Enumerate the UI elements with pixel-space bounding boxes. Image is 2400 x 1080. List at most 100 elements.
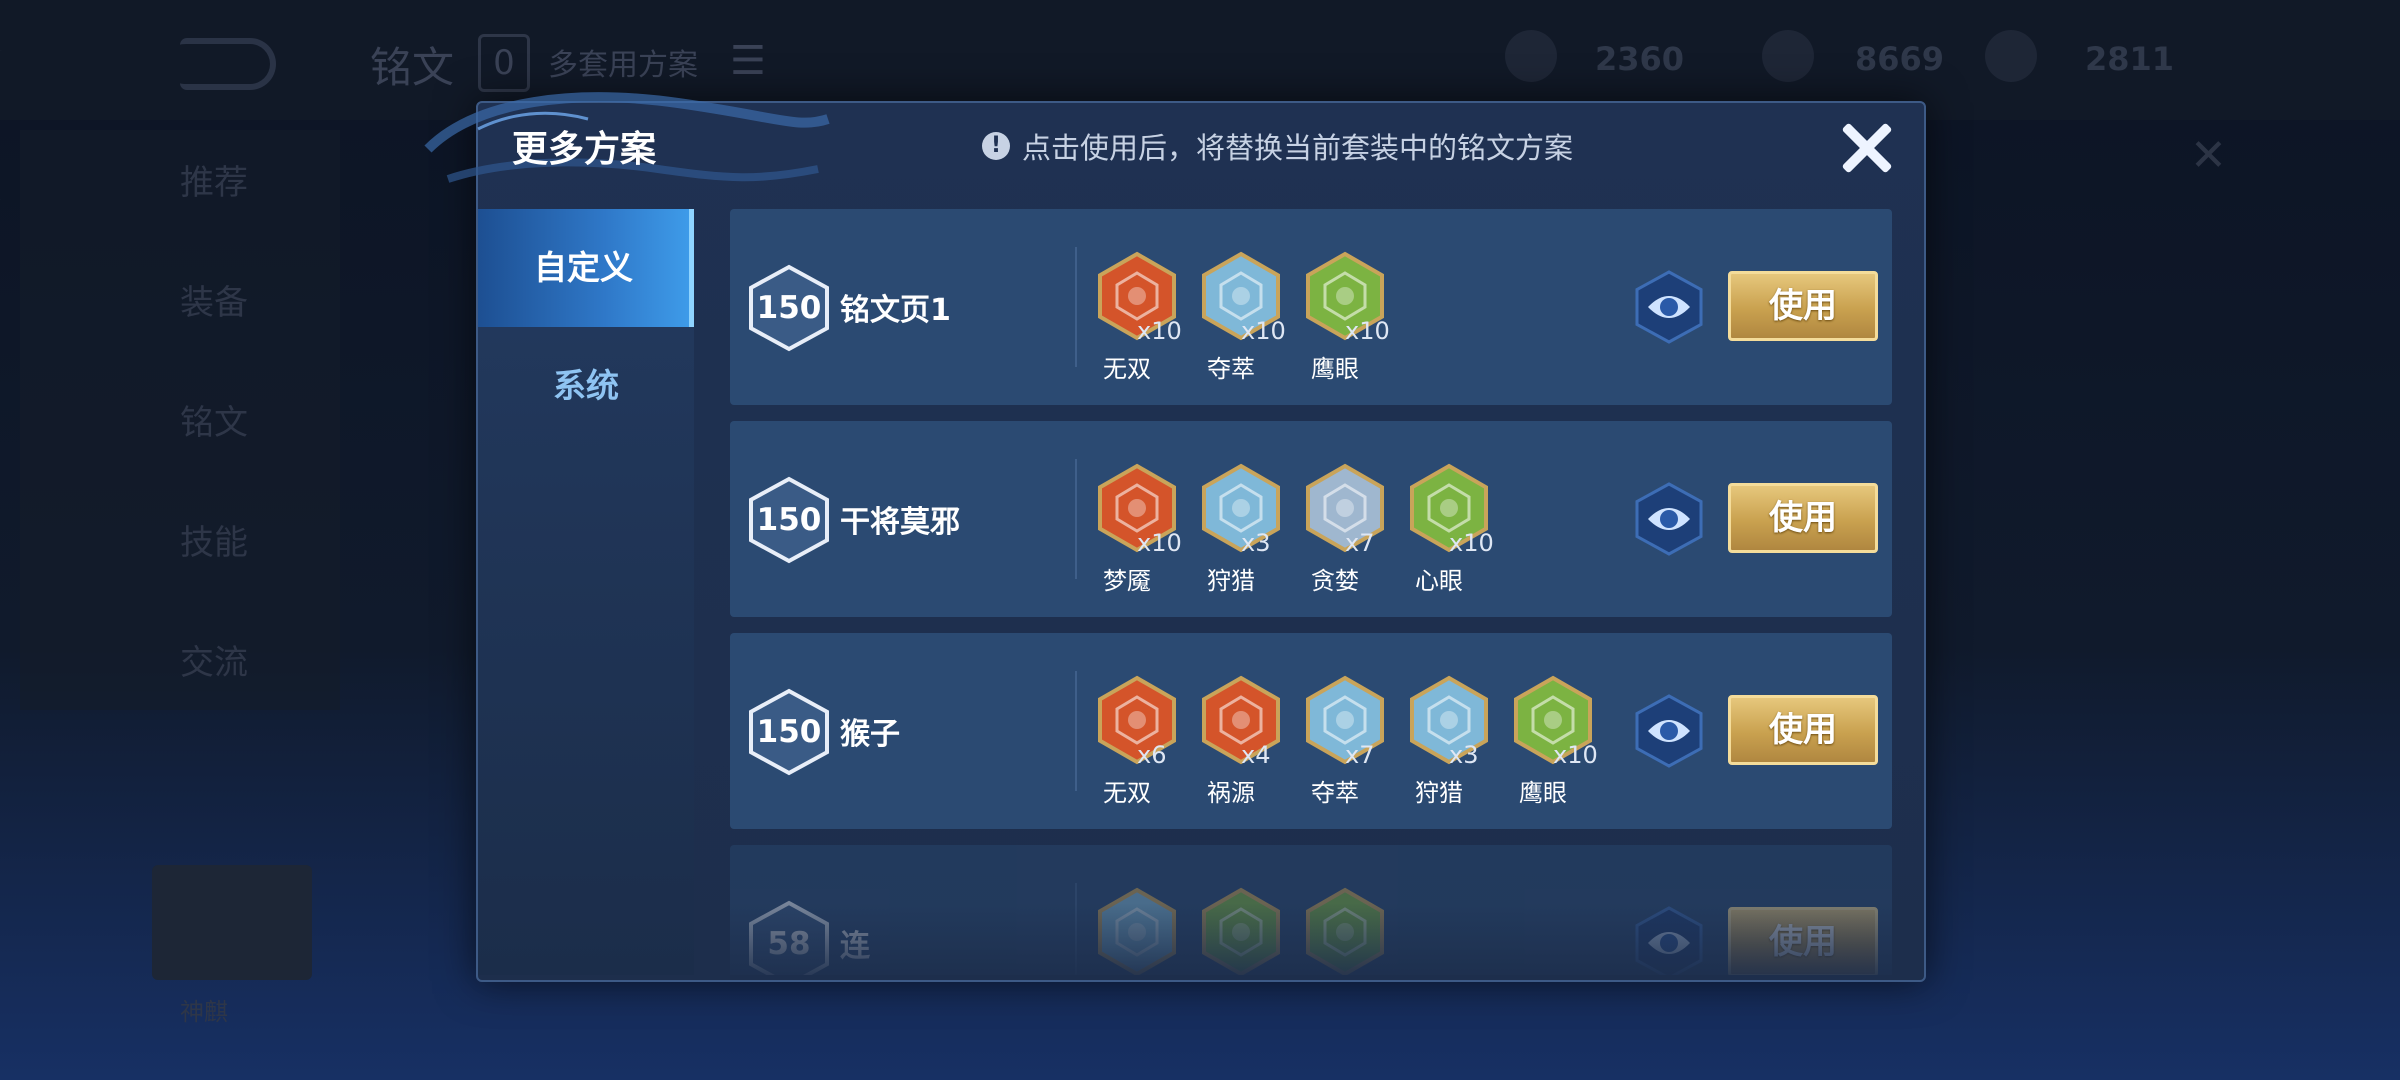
divider [1075, 459, 1077, 579]
menu-icon: ☰ [730, 38, 766, 84]
background-nav-item: 铭文 [180, 403, 248, 443]
rune-count: x6 [1137, 741, 1167, 769]
rune-count: x3 [1241, 529, 1271, 557]
preview-eye-icon[interactable] [1634, 905, 1704, 975]
level-value: 150 [756, 502, 822, 538]
rune-item: x10 夺萃 [1191, 251, 1291, 383]
background-title: 铭文 [370, 43, 455, 92]
divider [1075, 247, 1077, 367]
rune-icon [1306, 887, 1384, 975]
coin-icon [1762, 30, 1814, 82]
close-icon[interactable] [1834, 115, 1898, 179]
rune-item: x3 狩猎 [1191, 463, 1291, 595]
rune-icon [1202, 887, 1280, 975]
background-close-icon: ✕ [2190, 130, 2227, 181]
level-value: 150 [756, 714, 822, 750]
tab-custom[interactable]: 自定义 [478, 209, 694, 327]
rune-item [1295, 887, 1395, 975]
use-button[interactable]: 使用 [1728, 483, 1878, 553]
plan-list[interactable]: 150 铭文页1 x10 无双 x10 夺萃 x10 鹰眼 使用 150 干将莫邪 [730, 209, 1892, 975]
plan-row[interactable]: 58 连 使用 [730, 845, 1892, 975]
gem-icon [1985, 30, 2037, 82]
background-scheme-label: 多套用方案 [548, 48, 698, 83]
rune-item [1087, 887, 1187, 975]
rune-count: x10 [1241, 317, 1286, 345]
rune-count: x10 [1553, 741, 1598, 769]
modal-title: 更多方案 [512, 129, 657, 170]
rune-item: x4 祸源 [1191, 675, 1291, 807]
background-count: 0 [478, 34, 530, 92]
rune-name: 鹰眼 [1519, 779, 1567, 807]
level-badge: 150 [748, 688, 830, 776]
rune-name: 梦魇 [1103, 567, 1151, 595]
rune-name: 狩猎 [1415, 779, 1463, 807]
rune-item: x6 无双 [1087, 675, 1187, 807]
rune-item: x10 鹰眼 [1503, 675, 1603, 807]
more-plans-modal: 更多方案 ! 点击使用后，将替换当前套装中的铭文方案 自定义 系统 150 铭文页… [424, 92, 1926, 982]
tab-bar: 自定义 系统 [478, 209, 694, 975]
rune-item: x3 狩猎 [1399, 675, 1499, 807]
plan-name: 干将莫邪 [840, 505, 960, 540]
background-stat: 2811 [2085, 40, 2175, 78]
background-nav-item: 装备 [180, 283, 248, 323]
eye-icon [1635, 906, 1703, 975]
rune-name: 夺萃 [1207, 355, 1255, 383]
plan-name: 猴子 [840, 717, 900, 752]
level-badge: 150 [748, 264, 830, 352]
use-button[interactable]: 使用 [1728, 907, 1878, 975]
rune-item: x7 夺萃 [1295, 675, 1395, 807]
rune-name: 鹰眼 [1311, 355, 1359, 383]
rune-name: 无双 [1103, 779, 1151, 807]
preview-eye-icon[interactable] [1634, 481, 1704, 557]
rune-name: 无双 [1103, 355, 1151, 383]
notice-text: 点击使用后，将替换当前套装中的铭文方案 [1022, 131, 1574, 165]
plan-name: 连 [840, 929, 870, 964]
rune-count: x10 [1449, 529, 1494, 557]
level-value: 58 [767, 926, 811, 962]
rune-name: 贪婪 [1311, 567, 1359, 595]
background-hero-name: 神麒 [180, 998, 228, 1026]
use-button[interactable]: 使用 [1728, 695, 1878, 765]
background-stat: 8669 [1855, 40, 1945, 78]
eye-icon [1635, 270, 1703, 344]
divider [1075, 883, 1077, 975]
notice: ! 点击使用后，将替换当前套装中的铭文方案 [982, 125, 1573, 167]
level-badge: 58 [748, 900, 830, 975]
plan-row[interactable]: 150 干将莫邪 x10 梦魇 x3 狩猎 x7 贪婪 x10 心眼 使用 [730, 421, 1892, 617]
rune-count: x10 [1137, 529, 1182, 557]
eye-icon [1635, 482, 1703, 556]
plan-row[interactable]: 150 猴子 x6 无双 x4 祸源 x7 夺萃 x3 狩猎 x10 鹰眼 使用 [730, 633, 1892, 829]
modal-header: 更多方案 ! 点击使用后，将替换当前套装中的铭文方案 [478, 103, 1924, 203]
rune-item: x10 心眼 [1399, 463, 1499, 595]
rune-name: 狩猎 [1207, 567, 1255, 595]
rune-count: x7 [1345, 741, 1375, 769]
rune-item: x10 无双 [1087, 251, 1187, 383]
plan-row[interactable]: 150 铭文页1 x10 无双 x10 夺萃 x10 鹰眼 使用 [730, 209, 1892, 405]
rune-item: x10 鹰眼 [1295, 251, 1395, 383]
rune-item [1191, 887, 1291, 975]
rune-count: x10 [1345, 317, 1390, 345]
divider [1075, 671, 1077, 791]
rune-item: x7 贪婪 [1295, 463, 1395, 595]
use-button[interactable]: 使用 [1728, 271, 1878, 341]
tab-system[interactable]: 系统 [478, 327, 694, 445]
rune-icon [1098, 887, 1176, 975]
back-arrow-icon [180, 38, 276, 90]
rune-count: x10 [1137, 317, 1182, 345]
preview-eye-icon[interactable] [1634, 269, 1704, 345]
info-icon: ! [982, 132, 1010, 160]
rune-count: x7 [1345, 529, 1375, 557]
rune-name: 心眼 [1415, 567, 1463, 595]
rune-item: x10 梦魇 [1087, 463, 1187, 595]
preview-eye-icon[interactable] [1634, 693, 1704, 769]
currency-icon [1505, 30, 1557, 82]
background-nav-item: 技能 [180, 523, 248, 563]
rune-name: 夺萃 [1311, 779, 1359, 807]
background-hero-portrait [152, 865, 312, 980]
level-badge: 150 [748, 476, 830, 564]
plan-name: 铭文页1 [840, 293, 951, 328]
rune-name: 祸源 [1207, 779, 1255, 807]
rune-count: x4 [1241, 741, 1271, 769]
eye-icon [1635, 694, 1703, 768]
background-stat: 2360 [1595, 40, 1685, 78]
